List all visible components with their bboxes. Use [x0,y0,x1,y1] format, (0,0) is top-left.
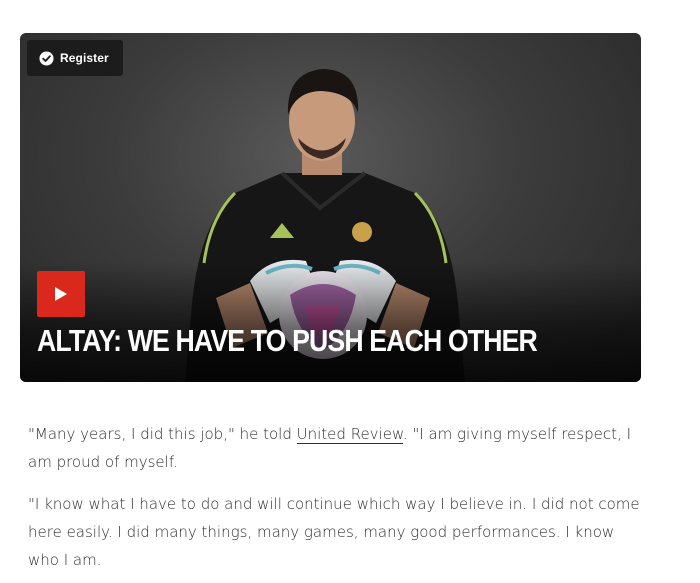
article-paragraph-1: "Many years, I did this job," he told Un… [28,420,648,476]
register-label: Register [60,51,109,65]
page: Register ALTAY: WE HAVE TO PUSH EACH OTH… [0,0,700,583]
video-title: ALTAY: WE HAVE TO PUSH EACH OTHER [37,323,538,358]
quote-text-start: "Many years, I did this job," he told [28,425,297,443]
register-button[interactable]: Register [27,40,123,76]
united-review-link[interactable]: United Review [296,425,403,444]
article-body: "Many years, I did this job," he told Un… [28,420,648,583]
play-icon [55,287,67,301]
check-circle-icon [39,50,54,66]
title-gradient [20,262,641,382]
article-paragraph-2: "I know what I have to do and will conti… [28,495,640,569]
video-card[interactable]: Register ALTAY: WE HAVE TO PUSH EACH OTH… [20,33,641,382]
play-button[interactable] [37,271,85,317]
